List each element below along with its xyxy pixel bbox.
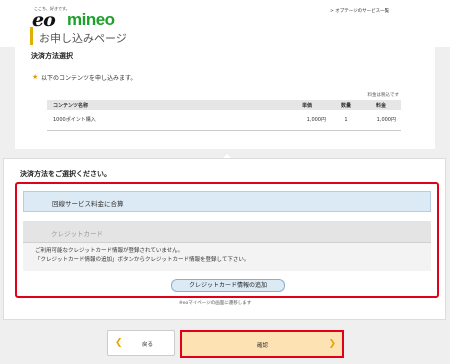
back-button[interactable]: ❮ 戻る (107, 330, 175, 356)
page-title: お申し込みページ (30, 27, 230, 45)
cell-unit-price: 1,000円 (283, 110, 331, 131)
table-header-row: コンテンツ名称 単価 数量 料金 (47, 100, 401, 110)
star-icon: ★ (32, 73, 39, 81)
option-carrier-label: 回線サービス料金に合算 (52, 200, 124, 208)
option-carrier-billing[interactable]: 回線サービス料金に合算 (23, 191, 431, 212)
payment-options-highlight: 回線サービス料金に合算 クレジットカード ご利用可能なクレジットカード情報が登録… (15, 182, 439, 298)
services-list-link[interactable]: > オプテージのサービス一覧 (330, 8, 389, 14)
tax-note: 料金は税込です (367, 93, 400, 98)
cell-price: 1,000円 (361, 110, 401, 131)
confirm-button-label: 確認 (257, 343, 269, 349)
col-unit-price: 単価 (283, 100, 331, 110)
option-credit-card-header: クレジットカード (23, 221, 431, 243)
add-credit-card-button[interactable]: クレジットカード情報の追加 (171, 279, 285, 292)
cell-content-name: 1000ポイント購入 (47, 110, 283, 131)
payment-prompt: 決済方法をご選択ください。 (20, 170, 111, 178)
option-credit-card-label: クレジットカード (51, 230, 103, 238)
chevron-right-icon: ❯ (328, 339, 336, 349)
cell-quantity: 1 (331, 110, 361, 131)
eo-redirect-note: ※eoマイページの画面に遷移します (179, 301, 252, 306)
col-content-name: コンテンツ名称 (47, 100, 283, 110)
page-title-text: お申し込みページ (39, 32, 127, 45)
intro-text: 以下のコンテンツを申し込みます。 (41, 75, 137, 82)
col-quantity: 数量 (331, 100, 361, 110)
confirm-button-highlight: 確認 ❯ (180, 330, 344, 358)
card-message-line-1: ご利用可能なクレジットカード情報が登録されていません。 (35, 248, 184, 254)
order-summary-panel: 決済方法選択 ★ 以下のコンテンツを申し込みます。 料金は税込です コンテンツ名… (15, 46, 435, 149)
option-credit-card[interactable]: クレジットカード ご利用可能なクレジットカード情報が登録されていません。 「クレ… (23, 221, 431, 271)
order-table: コンテンツ名称 単価 数量 料金 1000ポイント購入 1,000円 1 1,0… (47, 100, 401, 131)
card-message: ご利用可能なクレジットカード情報が登録されていません。 「クレジットカード情報の… (35, 247, 249, 265)
section-title: 決済方法選択 (31, 52, 73, 60)
back-button-label: 戻る (142, 342, 154, 348)
confirm-button[interactable]: 確認 ❯ (182, 332, 342, 356)
chevron-left-icon: ❮ (115, 338, 123, 348)
col-price: 料金 (361, 100, 401, 110)
table-row: 1000ポイント購入 1,000円 1 1,000円 (47, 110, 401, 131)
card-message-line-2: 「クレジットカード情報の追加」ボタンからクレジットカード情報を登録して下さい。 (35, 257, 250, 263)
site-header: ここち、好きです。 eo mineo > オプテージのサービス一覧 お申し込みペ… (0, 0, 450, 47)
payment-method-box: 決済方法をご選択ください。 回線サービス料金に合算 クレジットカード ご利用可能… (3, 158, 446, 320)
